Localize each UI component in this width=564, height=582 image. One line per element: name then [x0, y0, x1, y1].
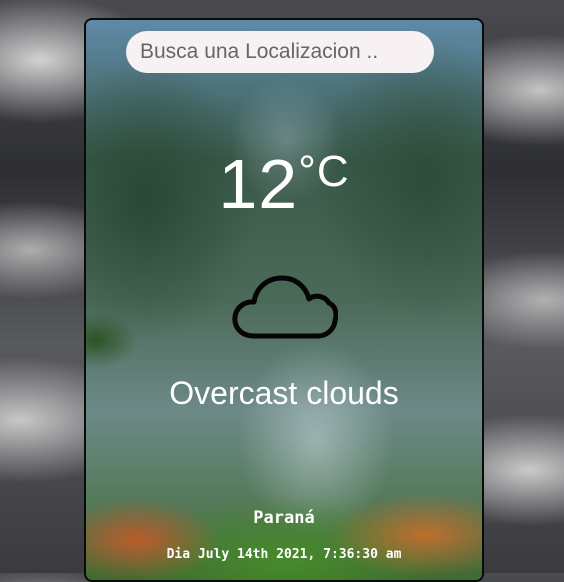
temperature-value: 12	[218, 145, 299, 223]
date-time: Dia July 14th 2021, 7:36:30 am	[166, 547, 402, 562]
weather-description: Overcast clouds	[169, 375, 399, 411]
temperature-unit: °C	[298, 147, 350, 196]
location-search-input[interactable]	[126, 31, 434, 73]
temperature-display: 12°C	[86, 144, 482, 224]
weather-card: 12°C Overcast clouds Paraná Dia July 14t…	[84, 18, 484, 582]
cloud-icon	[232, 275, 338, 339]
city-name: Paraná	[253, 508, 315, 528]
